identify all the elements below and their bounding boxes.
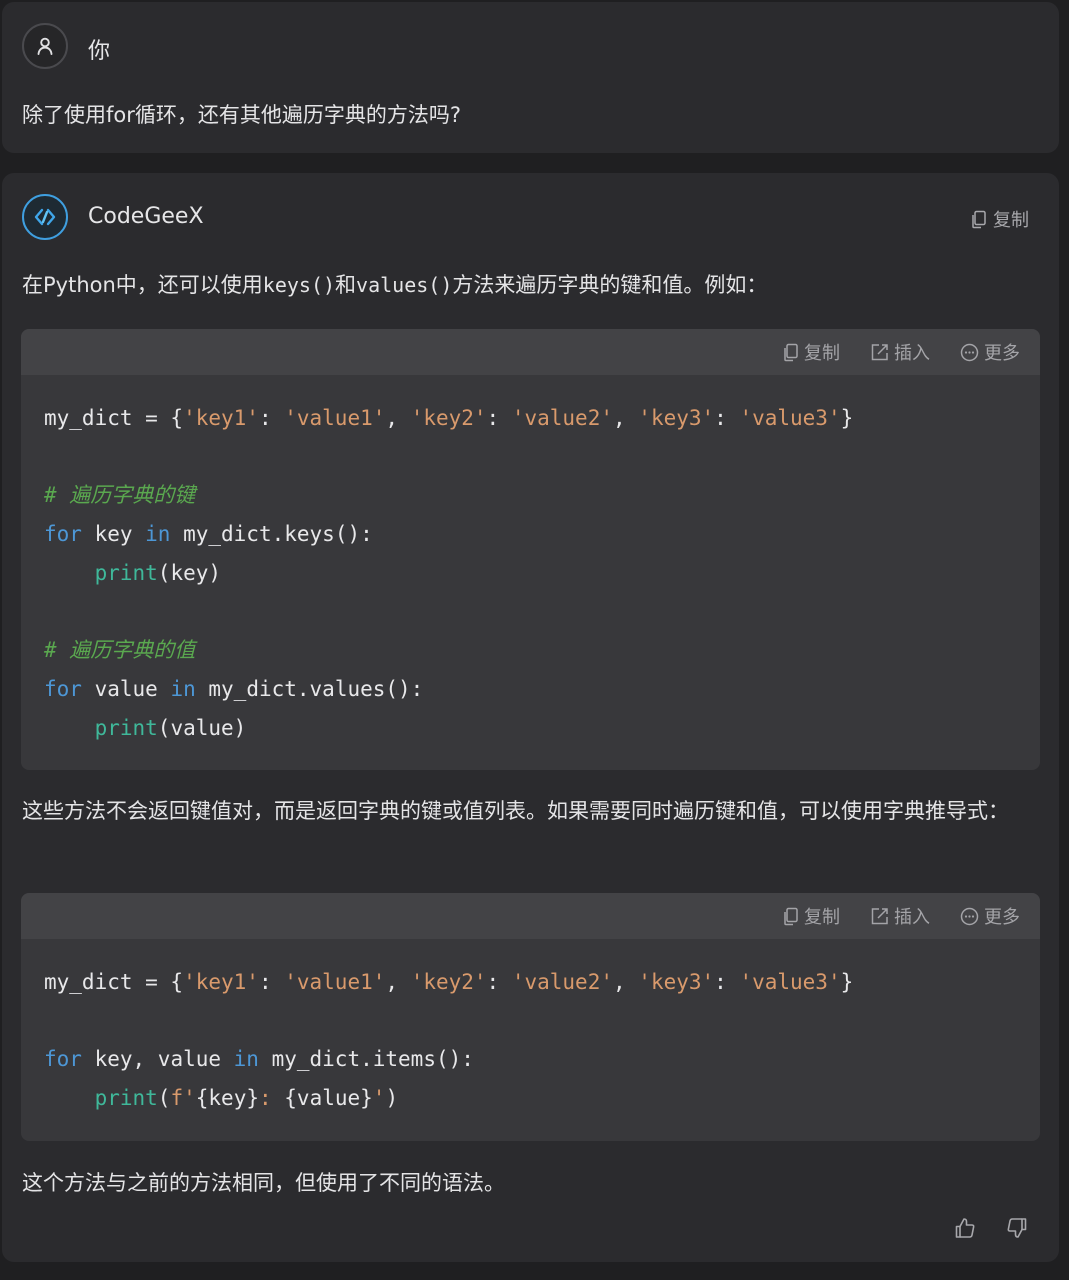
copy-icon [784,343,798,361]
assistant-name: CodeGeeX [88,204,204,229]
insert-icon [871,907,888,924]
code-copy-label: 复制 [804,907,840,928]
middle-paragraph: 这些方法不会返回键值对，而是返回字典的键或值列表。如果需要同时遍历键和值，可以使… [22,799,1009,823]
user-question-text: 除了使用for循环，还有其他遍历字典的方法吗? [22,103,462,127]
user-avatar [22,23,68,69]
code-insert-button[interactable]: 插入 [870,903,930,929]
inline-code-values: values() [356,273,453,297]
code-copy-button[interactable]: 复制 [783,903,840,929]
copy-message-label: 复制 [993,210,1029,231]
closing-paragraph: 这个方法与之前的方法相同，但使用了不同的语法。 [22,1171,505,1195]
copy-icon [784,907,798,925]
code-content: my_dict = {'key1': 'value1', 'key2': 'va… [44,970,854,1111]
code-more-label: 更多 [984,907,1020,928]
copy-icon [972,210,986,228]
intro-text-part3: 方法来遍历字典的键和值。例如： [452,273,768,297]
code-copy-label: 复制 [804,343,840,364]
code-copy-button[interactable]: 复制 [783,339,840,365]
insert-icon [871,343,888,360]
copy-message-button[interactable]: 复制 [971,206,1029,232]
code-block: 复制 插入 更多 my_dict = {'key1': 'value1', 'k… [21,893,1040,1141]
inline-code-keys: keys() [262,273,336,297]
user-name: 你 [88,39,111,64]
code-toolbar: 复制 插入 更多 [21,329,1040,375]
intro-text-part2: 和 [335,273,357,297]
thumbs-down-icon [1007,1218,1027,1238]
intro-paragraph: 在Python中，还可以使用keys()和values()方法来遍历字典的键和值… [22,267,1023,304]
assistant-avatar [22,194,68,240]
code-toolbar: 复制 插入 更多 [21,893,1040,939]
code-insert-button[interactable]: 插入 [870,339,930,365]
more-icon [960,907,979,925]
like-button[interactable] [949,1212,981,1244]
code-more-button[interactable]: 更多 [960,903,1020,929]
more-icon [960,343,979,361]
user-message-card: 你 除了使用for循环，还有其他遍历字典的方法吗? [2,2,1059,153]
code-insert-label: 插入 [894,907,930,928]
code-block: 复制 插入 更多 my_dict = {'key1': 'value1', 'k… [21,329,1040,770]
dislike-button[interactable] [1001,1212,1033,1244]
user-icon [37,37,53,55]
assistant-message-card: CodeGeeX 复制 在Python中，还可以使用keys()和values(… [2,173,1059,1262]
code-more-label: 更多 [984,343,1020,364]
thumbs-up-icon [955,1218,975,1238]
codegeex-logo-icon [34,208,56,226]
code-content: my_dict = {'key1': 'value1', 'key2': 'va… [44,406,854,740]
intro-text-part1: 在Python中，还可以使用 [22,273,263,297]
code-more-button[interactable]: 更多 [960,339,1020,365]
code-insert-label: 插入 [894,343,930,364]
